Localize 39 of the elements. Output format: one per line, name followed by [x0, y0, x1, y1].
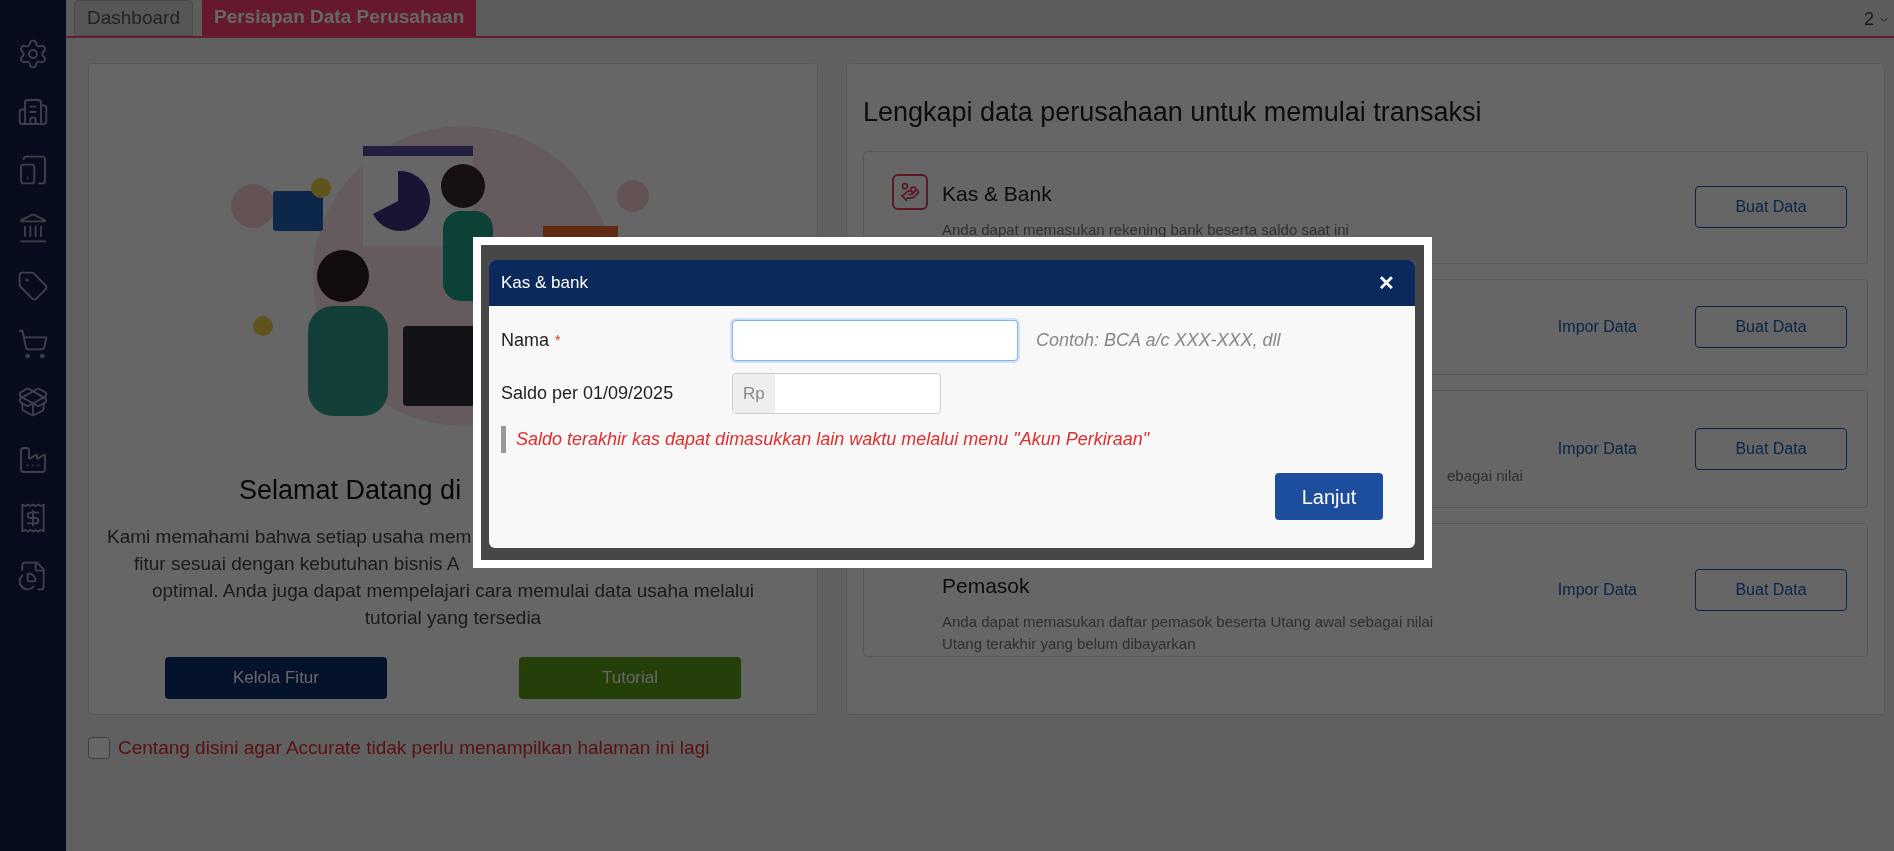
- info-note: Saldo terakhir kas dapat dimasukkan lain waktu melalui menu "Akun Perkiraan": [501, 426, 1403, 453]
- welcome-text-line: fitur sesuai dengan kebutuhan bisnis A: [133, 551, 460, 576]
- card-title: Kas & Bank: [942, 180, 1053, 207]
- field-hint: Contoh: BCA a/c XXX-XXX, dll: [1036, 329, 1281, 352]
- import-data-link[interactable]: Impor Data: [1549, 310, 1645, 343]
- tablet-icon[interactable]: [17, 154, 49, 186]
- setup-heading: Lengkapi data perusahaan untuk memulai transaksi: [863, 96, 1483, 129]
- balance-input-field[interactable]: Rp: [732, 373, 941, 414]
- tab[interactable]: Persiapan Data Perusahaan: [201, 0, 477, 36]
- create-data-button[interactable]: Buat Data: [1695, 427, 1847, 470]
- continue-button[interactable]: Lanjut: [1275, 473, 1383, 520]
- price-tag-icon[interactable]: [17, 270, 49, 302]
- welcome-text-line: tutorial yang tersedia: [364, 605, 542, 630]
- factory-icon[interactable]: [17, 444, 49, 476]
- card-title: Pemasok: [942, 572, 1031, 599]
- tutorial-button[interactable]: Tutorial: [519, 656, 741, 699]
- checkbox-label: Centang disini agar Accurate tidak perlu menampilkan halaman ini lagi: [118, 736, 710, 760]
- manage-features-button[interactable]: Kelola Fitur: [165, 656, 387, 699]
- required-marker: *: [555, 331, 561, 350]
- create-data-button[interactable]: Buat Data: [1695, 568, 1847, 611]
- import-data-link[interactable]: Impor Data: [1549, 432, 1645, 465]
- welcome-text-line: optimal. Anda juga dapat mempelajari cara memulai data usaha melalui: [152, 578, 754, 603]
- create-data-button[interactable]: Buat Data: [1695, 305, 1847, 348]
- field-label: Saldo per 01/09/2025: [501, 382, 674, 405]
- create-data-button[interactable]: Buat Data: [1695, 186, 1847, 228]
- welcome-heading: Selamat Datang di: [239, 474, 462, 507]
- shopping-cart-icon[interactable]: [17, 328, 49, 360]
- name-input-field[interactable]: [732, 320, 1018, 361]
- settings-icon[interactable]: [17, 38, 49, 70]
- tab-count-dropdown[interactable]: 2: [1864, 6, 1890, 33]
- dialog-title: Kas & bank: [501, 272, 588, 295]
- welcome-text-line: Kami memahami bahwa setiap usaha mem: [106, 524, 472, 549]
- field-label: Nama: [501, 329, 549, 352]
- bank-icon[interactable]: [17, 212, 49, 244]
- currency-prefix: Rp: [733, 374, 775, 413]
- checkbox[interactable]: [88, 737, 110, 760]
- building-icon[interactable]: [17, 96, 49, 128]
- import-data-link[interactable]: Impor Data: [1549, 573, 1645, 606]
- close-button[interactable]: ✕: [1378, 268, 1395, 298]
